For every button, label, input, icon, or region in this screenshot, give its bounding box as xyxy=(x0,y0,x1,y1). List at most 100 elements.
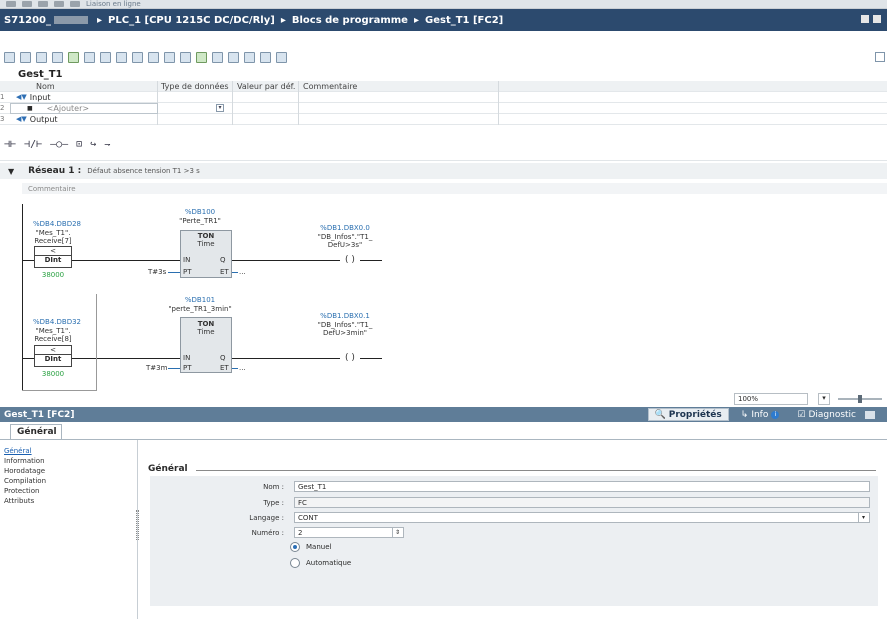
network-comment[interactable]: Commentaire xyxy=(22,183,887,194)
zoom-slider[interactable] xyxy=(838,395,882,403)
col-type-header[interactable]: Type de données xyxy=(158,80,233,92)
compile-icon[interactable] xyxy=(38,1,48,7)
nc-contact-icon[interactable]: ⊣/⊢ xyxy=(24,139,42,150)
rung2-coil-address[interactable]: %DB1.DBX0.1 xyxy=(310,312,380,320)
rung2-et-value[interactable]: ... xyxy=(239,364,246,372)
breadcrumb-device[interactable]: PLC_1 [CPU 1215C DC/DC/Rly] xyxy=(108,15,275,26)
undo-icon[interactable] xyxy=(6,1,16,7)
rung1-compare-tag[interactable]: "Mes_T1". xyxy=(33,229,73,237)
chevron-down-icon[interactable]: ▾ xyxy=(858,513,868,522)
panel-toggle-icon[interactable] xyxy=(875,52,885,62)
add-row-icon[interactable] xyxy=(52,51,63,63)
network-header[interactable]: ▼ Réseau 1 : Défaut absence tension T1 >… xyxy=(0,163,887,179)
open-branch-icon[interactable]: ↪ xyxy=(90,139,96,150)
close-all-networks-icon[interactable] xyxy=(148,51,159,63)
no-contact-icon[interactable]: ⊣⊢ xyxy=(4,139,16,150)
rung2-pt-value[interactable]: T#3m xyxy=(146,364,167,372)
splitter-handle[interactable] xyxy=(136,510,139,540)
rung2-timer-name[interactable]: "perte_TR1_3min" xyxy=(166,305,234,313)
table-row[interactable]: 2 ■ <Ajouter> ▾ xyxy=(0,102,887,114)
redo-icon[interactable] xyxy=(22,1,32,7)
radio-manual[interactable]: Manuel xyxy=(290,542,331,552)
collapse-network-icon[interactable]: ▼ xyxy=(8,167,14,176)
delete-network-icon[interactable] xyxy=(20,51,31,63)
table-row[interactable]: 3 ◀▼ Output xyxy=(0,113,887,125)
zoom-slider-handle[interactable] xyxy=(858,395,862,403)
type-cell[interactable]: ▾ xyxy=(158,102,233,114)
rung1-compare-tag-index[interactable]: Receive[7] xyxy=(33,237,73,245)
stepper-arrows-icon[interactable]: ⇕ xyxy=(392,528,402,537)
layout-icon[interactable] xyxy=(276,51,287,63)
list-view-icon[interactable] xyxy=(84,51,95,63)
upload-icon[interactable] xyxy=(70,1,80,7)
radio-automatic[interactable]: Automatique xyxy=(290,558,351,568)
rung1-timer-db[interactable]: %DB100 xyxy=(170,208,230,216)
rung1-coil-address[interactable]: %DB1.DBX0.0 xyxy=(310,224,380,232)
favorites-icon[interactable] xyxy=(116,51,127,63)
insert-network-icon[interactable] xyxy=(4,51,15,63)
zoom-select[interactable]: 100% xyxy=(734,393,808,405)
rung2-timer-db[interactable]: %DB101 xyxy=(170,296,230,304)
col-name-header[interactable]: Nom xyxy=(10,80,158,92)
online-button[interactable]: Liaison en ligne xyxy=(86,0,141,8)
tab-info[interactable]: ↳ Info i xyxy=(735,408,786,421)
rung1-coil[interactable]: ( ) xyxy=(340,255,360,265)
rung2-compare-tag-index[interactable]: Receive[8] xyxy=(33,335,73,343)
rung1-pt-value[interactable]: T#3s xyxy=(148,268,166,276)
absolute-operand-icon[interactable] xyxy=(68,51,79,63)
type-dropdown-icon[interactable]: ▾ xyxy=(216,103,224,112)
rung1-compare-address[interactable]: %DB4.DBD28 xyxy=(33,220,81,228)
rung2-compare-address[interactable]: %DB4.DBD32 xyxy=(33,318,81,326)
reference-icon[interactable] xyxy=(260,51,271,63)
next-error-icon[interactable] xyxy=(244,51,255,63)
breadcrumb-project[interactable]: S71200_ xyxy=(4,15,51,26)
rung1-compare-box[interactable]: < DInt xyxy=(34,246,72,268)
zoom-dropdown-icon[interactable]: ▾ xyxy=(818,393,830,405)
close-branch-icon[interactable]: ⇁ xyxy=(104,139,110,150)
rung1-coil-tag[interactable]: "DB_Infos"."T1_ xyxy=(310,233,380,241)
empty-box-icon[interactable]: ⊡ xyxy=(76,139,82,150)
nav-item-protection[interactable]: Protection xyxy=(0,486,137,496)
tab-diagnostic[interactable]: ☑ Diagnostic xyxy=(791,408,881,421)
tab-properties[interactable]: 🔍 Propriétés xyxy=(647,408,729,421)
go-to-error-icon[interactable] xyxy=(212,51,223,63)
add-parameter-cell[interactable]: ■ <Ajouter> xyxy=(10,102,158,114)
glasses-icon[interactable] xyxy=(196,51,207,63)
nav-item-timestamp[interactable]: Horodatage xyxy=(0,466,137,476)
tab-general[interactable]: Général xyxy=(10,424,62,439)
nav-item-attributes[interactable]: Attributs xyxy=(0,496,137,506)
download-icon[interactable] xyxy=(54,1,64,7)
open-all-networks-icon[interactable] xyxy=(132,51,143,63)
col-default-header[interactable]: Valeur par déf. xyxy=(233,80,299,92)
previous-error-icon[interactable] xyxy=(228,51,239,63)
number-stepper[interactable]: 2 ⇕ xyxy=(294,527,404,538)
name-field[interactable]: Gest_T1 xyxy=(294,481,870,492)
network-description[interactable]: Défaut absence tension T1 >3 s xyxy=(87,167,200,175)
breadcrumb-folder[interactable]: Blocs de programme xyxy=(292,15,408,26)
restore-icon[interactable] xyxy=(873,15,881,23)
minimize-icon[interactable] xyxy=(861,15,869,23)
rung2-compare-box[interactable]: < DInt xyxy=(34,345,72,367)
rung2-compare-value[interactable]: 38000 xyxy=(33,370,73,378)
rung2-coil-tag-suffix[interactable]: DefU>3min" xyxy=(310,329,380,337)
rung1-compare-value[interactable]: 38000 xyxy=(33,271,73,279)
rung2-coil[interactable]: ( ) xyxy=(340,353,360,363)
table-row[interactable]: 1 ◀▼ Input xyxy=(0,91,887,103)
float-window-icon[interactable] xyxy=(865,410,875,419)
col-comment-header[interactable]: Commentaire xyxy=(299,80,499,92)
nav-item-information[interactable]: Information xyxy=(0,456,137,466)
network-view-icon[interactable] xyxy=(100,51,111,63)
rung1-et-value[interactable]: ... xyxy=(239,268,246,276)
show-comments-icon[interactable] xyxy=(164,51,175,63)
nav-item-compilation[interactable]: Compilation xyxy=(0,476,137,486)
breadcrumb-block[interactable]: Gest_T1 [FC2] xyxy=(425,15,503,26)
rung1-timer-name[interactable]: "Perte_TR1" xyxy=(170,217,230,225)
insert-row-icon[interactable] xyxy=(36,51,47,63)
nav-item-general[interactable]: Général xyxy=(0,446,137,456)
rung1-coil-tag-suffix[interactable]: DefU>3s" xyxy=(310,241,380,249)
rung2-coil-tag[interactable]: "DB_Infos"."T1_ xyxy=(310,321,380,329)
coil-icon[interactable]: –○– xyxy=(50,139,68,150)
rung2-compare-tag[interactable]: "Mes_T1". xyxy=(33,327,73,335)
monitor-icon[interactable] xyxy=(180,51,191,63)
language-select[interactable]: CONT ▾ xyxy=(294,512,870,523)
